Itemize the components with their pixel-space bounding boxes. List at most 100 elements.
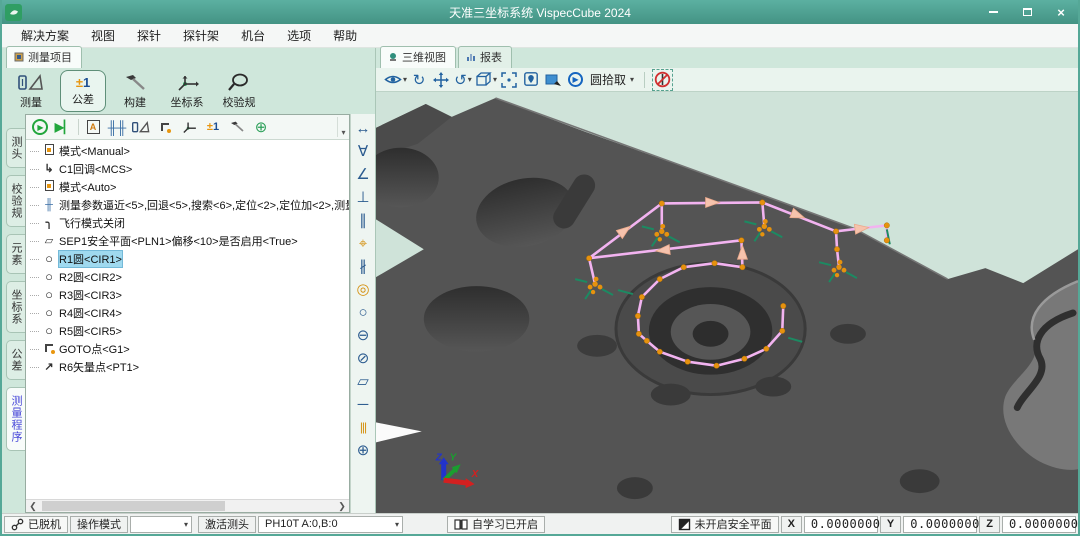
tab-probe[interactable]: 测头 xyxy=(6,128,25,168)
concentricity-icon[interactable]: ◎ xyxy=(352,279,374,299)
magnifier-icon xyxy=(228,73,250,93)
true-position-icon[interactable]: ⊕ xyxy=(352,440,374,460)
gauge-button[interactable]: 校验规 xyxy=(216,70,262,112)
parameters-button[interactable]: ╫╫ xyxy=(105,116,129,138)
tab-tolerance[interactable]: 公差 xyxy=(6,340,25,380)
self-learning-status[interactable]: 自学习已开启 xyxy=(447,516,545,533)
hammer-small-icon xyxy=(229,120,245,134)
measure-button[interactable]: 测量 xyxy=(8,70,54,112)
circle-icon: ○ xyxy=(42,271,56,283)
rotate-view-button[interactable]: ↺▾ xyxy=(453,69,473,91)
tree-item-circle-5[interactable]: ○R5圆<CIR5> xyxy=(26,322,349,340)
menu-probe-rack[interactable]: 探针架 xyxy=(172,24,230,47)
operation-mode-label: 操作模式 xyxy=(70,516,128,533)
auto-mode-button[interactable]: A xyxy=(81,116,105,138)
align-tool-button[interactable]: ⊕ xyxy=(249,116,273,138)
tab-gauge[interactable]: 校验规 xyxy=(6,175,25,227)
coordinate-system-button[interactable]: 坐标系 xyxy=(164,70,210,112)
tree-toolbar: ▶ ▶▏ A ╫╫ ±1 xyxy=(26,115,349,140)
tab-measure-program[interactable]: 测量程序 xyxy=(6,387,25,451)
maximize-button[interactable] xyxy=(1010,0,1044,24)
run-button[interactable]: ▶ xyxy=(28,116,52,138)
tab-coordinate[interactable]: 坐标系 xyxy=(6,281,25,333)
menu-view[interactable]: 视图 xyxy=(80,24,126,47)
tree-hscrollbar[interactable]: ❮ ❯ xyxy=(26,499,349,512)
symmetry-circle-icon[interactable]: ⊖ xyxy=(352,325,374,345)
locate-button[interactable] xyxy=(521,69,541,91)
cube-icon xyxy=(475,72,492,87)
play-view-button[interactable]: ▶ xyxy=(565,69,585,91)
position-icon[interactable]: ⌖ xyxy=(352,233,374,253)
export-icon xyxy=(545,73,562,87)
tree-item-circle-1[interactable]: ○R1圆<CIR1> xyxy=(26,250,349,268)
menu-solution[interactable]: 解决方案 xyxy=(10,24,80,47)
scroll-right-icon[interactable]: ❯ xyxy=(335,501,349,512)
view-cube-button[interactable]: ▾ xyxy=(475,69,497,91)
tree-item-vector-point[interactable]: ↗R6矢量点<PT1> xyxy=(26,358,349,376)
title-bar: 天准三坐标系统 VispecCube 2024 × xyxy=(2,0,1078,24)
tree-item-measure-params[interactable]: ╫测量参数逼近<5>,回退<5>,搜索<6>,定位<2>,定位加<2>,测量 xyxy=(26,196,349,214)
coord-y-label: Y xyxy=(880,516,901,533)
tree-item-goto[interactable]: GOTO点<G1> xyxy=(26,340,349,358)
circle-pick-button[interactable]: 圆拾取 ▾ xyxy=(587,71,637,88)
menu-machine[interactable]: 机台 xyxy=(230,24,276,47)
tree-item-mode-manual[interactable]: 模式<Manual> xyxy=(26,142,349,160)
export-view-button[interactable] xyxy=(543,69,563,91)
coord-x-value: 0.0000000 xyxy=(804,516,878,533)
tree-item-fly-mode[interactable]: ╮飞行模式关闭 xyxy=(26,214,349,232)
symmetry-icon[interactable]: ||| xyxy=(352,417,374,437)
offline-status[interactable]: 已脱机 xyxy=(4,516,68,533)
construct-tool-button[interactable] xyxy=(225,116,249,138)
tab-3d-view[interactable]: 三维视图 xyxy=(380,46,456,68)
scroll-left-icon[interactable]: ❮ xyxy=(26,501,40,512)
coord-z-label: Z xyxy=(979,516,1000,533)
probe-disable-button[interactable] xyxy=(652,69,673,91)
angle-icon[interactable]: ∀ xyxy=(352,141,374,161)
tree-item-safety-plane[interactable]: ▱SEP1安全平面<PLN1>偏移<10>是否启用<True> xyxy=(26,232,349,250)
tree-item-circle-3[interactable]: ○R3圆<CIR3> xyxy=(26,286,349,304)
construct-button[interactable]: 构建 xyxy=(112,70,158,112)
tab-report[interactable]: 报表 xyxy=(458,46,512,68)
tab-elements[interactable]: 元素 xyxy=(6,234,25,274)
active-probe-select[interactable]: PH10T A:0,B:0▾ xyxy=(258,516,403,533)
menu-probe[interactable]: 探针 xyxy=(126,24,172,47)
scroll-thumb[interactable] xyxy=(42,501,225,511)
distance-icon[interactable]: ↔ xyxy=(352,118,374,138)
operation-mode-select[interactable]: ▾ xyxy=(130,516,192,533)
visibility-button[interactable]: ▾ xyxy=(384,69,407,91)
straightness-icon[interactable]: ─ xyxy=(352,394,374,414)
close-button[interactable]: × xyxy=(1044,0,1078,24)
flatness-icon[interactable]: ▱ xyxy=(352,371,374,391)
tolerance-tool-button[interactable]: ±1 xyxy=(201,116,225,138)
circularity-icon[interactable]: ○ xyxy=(352,302,374,322)
goto-tool-button[interactable] xyxy=(153,116,177,138)
pan-icon xyxy=(433,72,449,88)
tree-item-circle-2[interactable]: ○R2圆<CIR2> xyxy=(26,268,349,286)
angle2-icon[interactable]: ∠ xyxy=(352,164,374,184)
pan-button[interactable] xyxy=(431,69,451,91)
coordinate-icon xyxy=(175,73,199,93)
orbit-button[interactable]: ↻ xyxy=(409,69,429,91)
step-run-button[interactable]: ▶▏ xyxy=(52,116,76,138)
menu-help[interactable]: 帮助 xyxy=(322,24,368,47)
menu-options[interactable]: 选项 xyxy=(276,24,322,47)
minimize-button[interactable] xyxy=(976,0,1010,24)
hammer-icon xyxy=(123,73,147,93)
tree-item-circle-4[interactable]: ○R4圆<CIR4> xyxy=(26,304,349,322)
tab-measurement-project[interactable]: 测量项目 xyxy=(6,46,82,68)
tolerance-button[interactable]: ±1 公差 xyxy=(60,70,106,112)
perpendicularity-icon[interactable]: ⊥ xyxy=(352,187,374,207)
maximize-icon xyxy=(1023,8,1032,16)
coordinate-tool-button[interactable] xyxy=(177,116,201,138)
safety-plane-status[interactable]: 未开启安全平面 xyxy=(671,516,779,533)
fit-view-button[interactable] xyxy=(499,69,519,91)
viewport-3d[interactable]: Z Y X xyxy=(376,92,1078,513)
parallelism-dot-icon[interactable]: ∦ xyxy=(352,256,374,276)
tree-item-callback[interactable]: ↳C1回调<MCS> xyxy=(26,160,349,178)
toolbar-overflow-button[interactable]: ▾ xyxy=(337,117,349,137)
mode-icon xyxy=(45,144,54,155)
measure-tool-button[interactable] xyxy=(129,116,153,138)
runout-icon[interactable]: ⊘ xyxy=(352,348,374,368)
parallelism-icon[interactable]: ∥ xyxy=(352,210,374,230)
tree-item-mode-auto[interactable]: 模式<Auto> xyxy=(26,178,349,196)
